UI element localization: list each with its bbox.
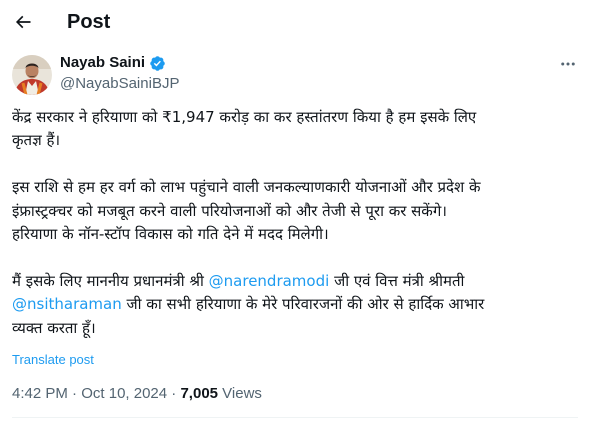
page-title: Post (67, 11, 111, 33)
post-text-line: कृतज्ञ हैं। (12, 131, 61, 150)
author-name-text: Nayab Saini (60, 54, 146, 71)
meta-separator: · (167, 385, 181, 402)
author-name[interactable]: Nayab Saini (60, 53, 166, 73)
translate-post-link[interactable]: Translate post (12, 352, 94, 368)
mention-link-narendramodi[interactable]: @narendramodi (209, 272, 330, 290)
back-button[interactable] (8, 5, 38, 39)
post-text-line: इंफ्रास्ट्रक्चर को मजबूत करने वाली परियो… (12, 201, 447, 220)
post-text-line: इस राशि से हम हर वर्ग को लाभ पहुंचाने वा… (12, 178, 481, 197)
divider (12, 417, 578, 418)
mention-link-nsitharaman[interactable]: @nsitharaman (12, 295, 122, 313)
post-text: केंद्र सरकार ने हरियाणा को ₹1,947 करोड़ … (12, 106, 578, 340)
more-horizontal-icon (559, 55, 577, 73)
post-metadata: 4:42 PM · Oct 10, 2024 · 7,005 Views (12, 384, 262, 404)
views-label: Views (218, 385, 262, 402)
post-text-segment: जी का सभी हरियाणा के मेरे परिवारजनों की … (121, 295, 485, 314)
post-text-line: मैं इसके लिए माननीय प्रधानमंत्री श्री @n… (12, 270, 578, 293)
post-time[interactable]: 4:42 PM (12, 385, 68, 402)
verified-badge-icon[interactable] (149, 55, 166, 72)
post-date[interactable]: Oct 10, 2024 (81, 385, 167, 402)
more-options-button[interactable] (556, 52, 580, 76)
post-text-segment: मैं इसके लिए माननीय प्रधानमंत्री श्री (12, 271, 209, 290)
post-text-line: केंद्र सरकार ने हरियाणा को ₹1,947 करोड़ … (12, 108, 477, 126)
views-count[interactable]: 7,005 (180, 385, 218, 402)
post-text-line: हरियाणा के नॉन-स्टॉप विकास को गति देने म… (12, 225, 329, 244)
meta-separator: · (67, 385, 82, 402)
arrow-left-icon (13, 12, 33, 32)
post-text-line: @nsitharaman जी का सभी हरियाणा के मेरे प… (12, 293, 578, 316)
top-bar: Post (0, 0, 590, 46)
post-text-segment: जी एवं वित्त मंत्री श्रीमती (329, 271, 465, 290)
author-handle[interactable]: @NayabSainiBJP (60, 74, 179, 94)
avatar[interactable] (12, 55, 52, 95)
post-text-line: व्यक्त करता हूँ। (12, 318, 96, 337)
